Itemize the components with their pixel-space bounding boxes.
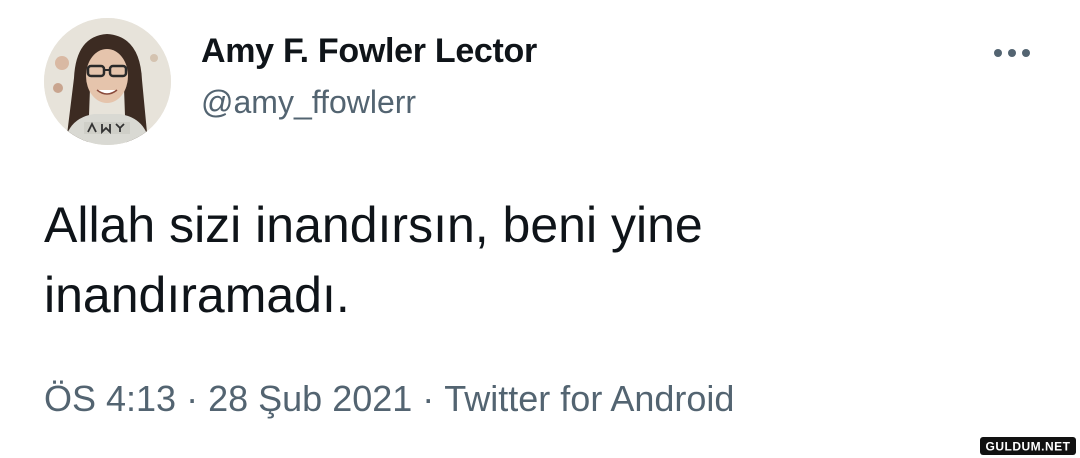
watermark-logo: GULDUM.NET bbox=[980, 437, 1076, 455]
tweet-time[interactable]: ÖS 4:13 bbox=[44, 378, 176, 419]
separator: · bbox=[186, 378, 199, 419]
tweet-metadata: ÖS 4:13 · 28 Şub 2021 · Twitter for Android bbox=[44, 378, 734, 420]
more-options-button[interactable] bbox=[988, 38, 1036, 68]
guldum-logo: GULDUM.NET bbox=[986, 440, 1071, 454]
tweet-text-line-2: inandıramadı. bbox=[44, 267, 350, 323]
more-horizontal-icon bbox=[994, 49, 1030, 57]
svg-text:GULDUM.NET: GULDUM.NET bbox=[986, 440, 1071, 454]
tweet-text-line-1: Allah sizi inandırsın, beni yine bbox=[44, 197, 703, 253]
avatar[interactable] bbox=[44, 18, 171, 145]
tweet-date[interactable]: 28 Şub 2021 bbox=[208, 378, 412, 419]
separator: · bbox=[422, 378, 435, 419]
tweet-text: Allah sizi inandırsın, beni yine inandır… bbox=[44, 190, 1004, 330]
display-name[interactable]: Amy F. Fowler Lector bbox=[201, 32, 537, 71]
username-handle[interactable]: @amy_ffowlerr bbox=[201, 84, 416, 121]
profile-photo bbox=[44, 18, 171, 145]
tweet-source[interactable]: Twitter for Android bbox=[444, 378, 734, 419]
